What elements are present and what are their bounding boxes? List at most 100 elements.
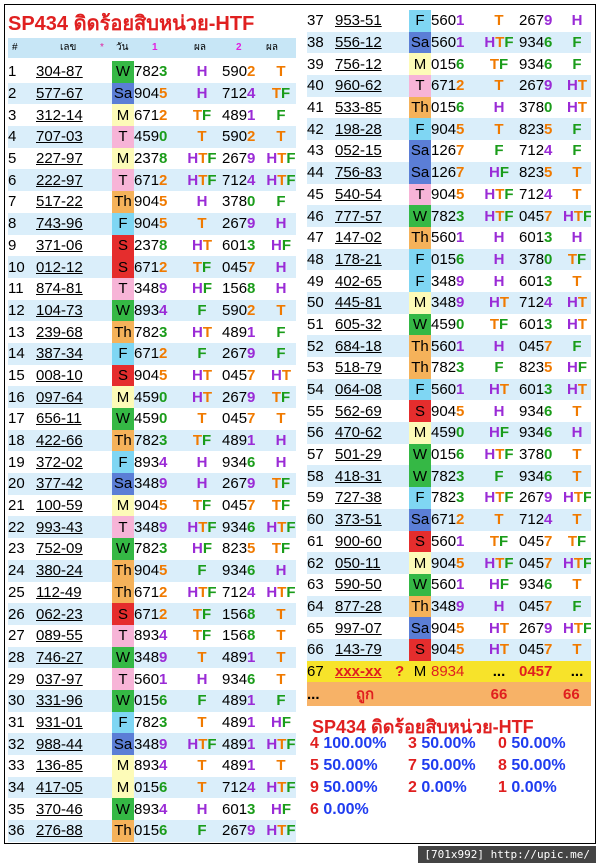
row-r2: TF xyxy=(563,248,591,271)
row-day: T xyxy=(112,624,134,647)
row-no: 29 xyxy=(8,668,36,690)
row-r1: TF xyxy=(479,530,519,553)
row-num: 380-24 xyxy=(36,559,98,582)
row-v1: 7823 xyxy=(134,711,182,734)
row-v2: 8235 xyxy=(519,118,563,141)
row-v2: 9346 xyxy=(222,516,266,539)
row-v1: 7823 xyxy=(134,538,182,560)
row-star xyxy=(395,10,409,32)
row-star xyxy=(98,776,112,799)
row-num: 373-51 xyxy=(335,508,395,531)
table-row: 41 533-85 Th 0156 H 3780 HT xyxy=(307,96,591,119)
table-row: 60 373-51 Sa 6712 T 7124 T xyxy=(307,508,591,531)
header-num: เลข xyxy=(60,42,77,53)
row-star xyxy=(395,357,409,379)
row-no: 9 xyxy=(8,234,36,257)
row-r2: TF xyxy=(266,386,296,408)
row-v2: 5902 xyxy=(222,126,266,148)
row-r2: T xyxy=(266,668,296,690)
row-day: W xyxy=(112,408,134,430)
row-no: 23 xyxy=(8,538,36,560)
row-r2: T xyxy=(563,508,591,531)
row-no: 13 xyxy=(8,321,36,343)
row-no: 57 xyxy=(307,443,335,466)
row-star xyxy=(98,755,112,777)
row-r2: T xyxy=(266,299,296,322)
row-day: S xyxy=(112,364,134,387)
row-r1: T xyxy=(479,10,519,32)
row-num: 370-46 xyxy=(36,798,98,821)
row-num: 331-96 xyxy=(36,689,98,712)
row-r1: HTF xyxy=(182,516,222,539)
row-day: F xyxy=(409,270,431,292)
row-v1: 1267 xyxy=(431,140,479,162)
row-r1: TF xyxy=(479,53,519,76)
row-star xyxy=(395,443,409,466)
table-row: 33 136-85 M 8934 T 4891 T xyxy=(8,755,296,777)
row-r1: HT xyxy=(479,617,519,639)
table-row: 27 089-55 T 8934 TF 1568 T xyxy=(8,624,296,647)
row-day: Th xyxy=(409,335,431,357)
row-star xyxy=(98,234,112,257)
row-star xyxy=(395,508,409,531)
table-row: 11 874-81 T 3489 HF 1568 H xyxy=(8,277,296,300)
page-title: SP434 ดิดร้อยสิบหน่วย-HTF xyxy=(8,13,255,35)
table-header: # เลข * วัน 1 ผล 2 ผล xyxy=(8,38,296,58)
row-v1: 6712 xyxy=(431,508,479,531)
table-row: 40 960-62 T 6712 T 2679 HT xyxy=(307,75,591,97)
row-day: W xyxy=(409,443,431,466)
row-r1: F xyxy=(182,299,222,322)
row-r1: HTF xyxy=(479,443,519,466)
row-r2: H xyxy=(563,422,591,444)
table-row: 10 012-12 S 6712 TF 0457 H xyxy=(8,256,296,278)
row-no: 63 xyxy=(307,573,335,596)
row-v1: 0156 xyxy=(431,53,479,76)
row-r2: F xyxy=(266,321,296,343)
percentage-digit: 3 xyxy=(408,735,417,752)
row-r2: HF xyxy=(266,234,296,257)
table-row: 56 470-62 M 4590 HF 9346 H xyxy=(307,422,591,444)
row-num: 064-08 xyxy=(335,378,395,401)
row-num: 402-65 xyxy=(335,270,395,292)
row-num: 276-88 xyxy=(36,820,98,842)
table-row: 54 064-08 F 5601 HT 6013 HT xyxy=(307,378,591,401)
row-r1: T xyxy=(182,646,222,669)
row-r2: F xyxy=(563,140,591,162)
row-star xyxy=(98,668,112,690)
row-day: Th xyxy=(409,96,431,119)
row-no: 34 xyxy=(8,776,36,799)
row-r1: TF xyxy=(182,104,222,127)
row-v2: 4891 xyxy=(222,104,266,127)
header-star: * xyxy=(100,42,104,53)
percentage-value: 50.00% xyxy=(421,735,476,752)
row-r2: T xyxy=(563,465,591,488)
row-r1: F xyxy=(182,342,222,365)
row-day: T xyxy=(112,516,134,539)
row-day: Sa xyxy=(409,31,431,54)
row-r1: T xyxy=(182,212,222,235)
row-star xyxy=(98,321,112,343)
row-v2: 7124 xyxy=(222,169,266,192)
row-v1: 8934 xyxy=(431,660,479,683)
row-no: 44 xyxy=(307,161,335,184)
row-r2: HTF xyxy=(266,147,296,170)
percentage-digit: 2 xyxy=(408,779,417,796)
row-day: M xyxy=(112,147,134,170)
row-star xyxy=(395,638,409,661)
row-num: 540-54 xyxy=(335,183,395,206)
percentage-digit: 4 xyxy=(310,735,319,752)
table-row: 47 147-02 Th 5601 H 6013 H xyxy=(307,226,591,249)
row-num: 377-42 xyxy=(36,473,98,495)
row-star xyxy=(395,573,409,596)
row-v1: 5601 xyxy=(431,378,479,401)
table-row: 5 227-97 M 2378 HTF 2679 HTF xyxy=(8,147,296,170)
row-r1: HT xyxy=(182,364,222,387)
row-r1: HTF xyxy=(182,147,222,170)
row-v1: 8934 xyxy=(134,798,182,821)
row-no: 25 xyxy=(8,581,36,604)
row-r2: F xyxy=(563,335,591,357)
row-no: 39 xyxy=(307,53,335,76)
row-day: Th xyxy=(112,581,134,604)
row-r2: H xyxy=(266,559,296,582)
row-no: 31 xyxy=(8,711,36,734)
